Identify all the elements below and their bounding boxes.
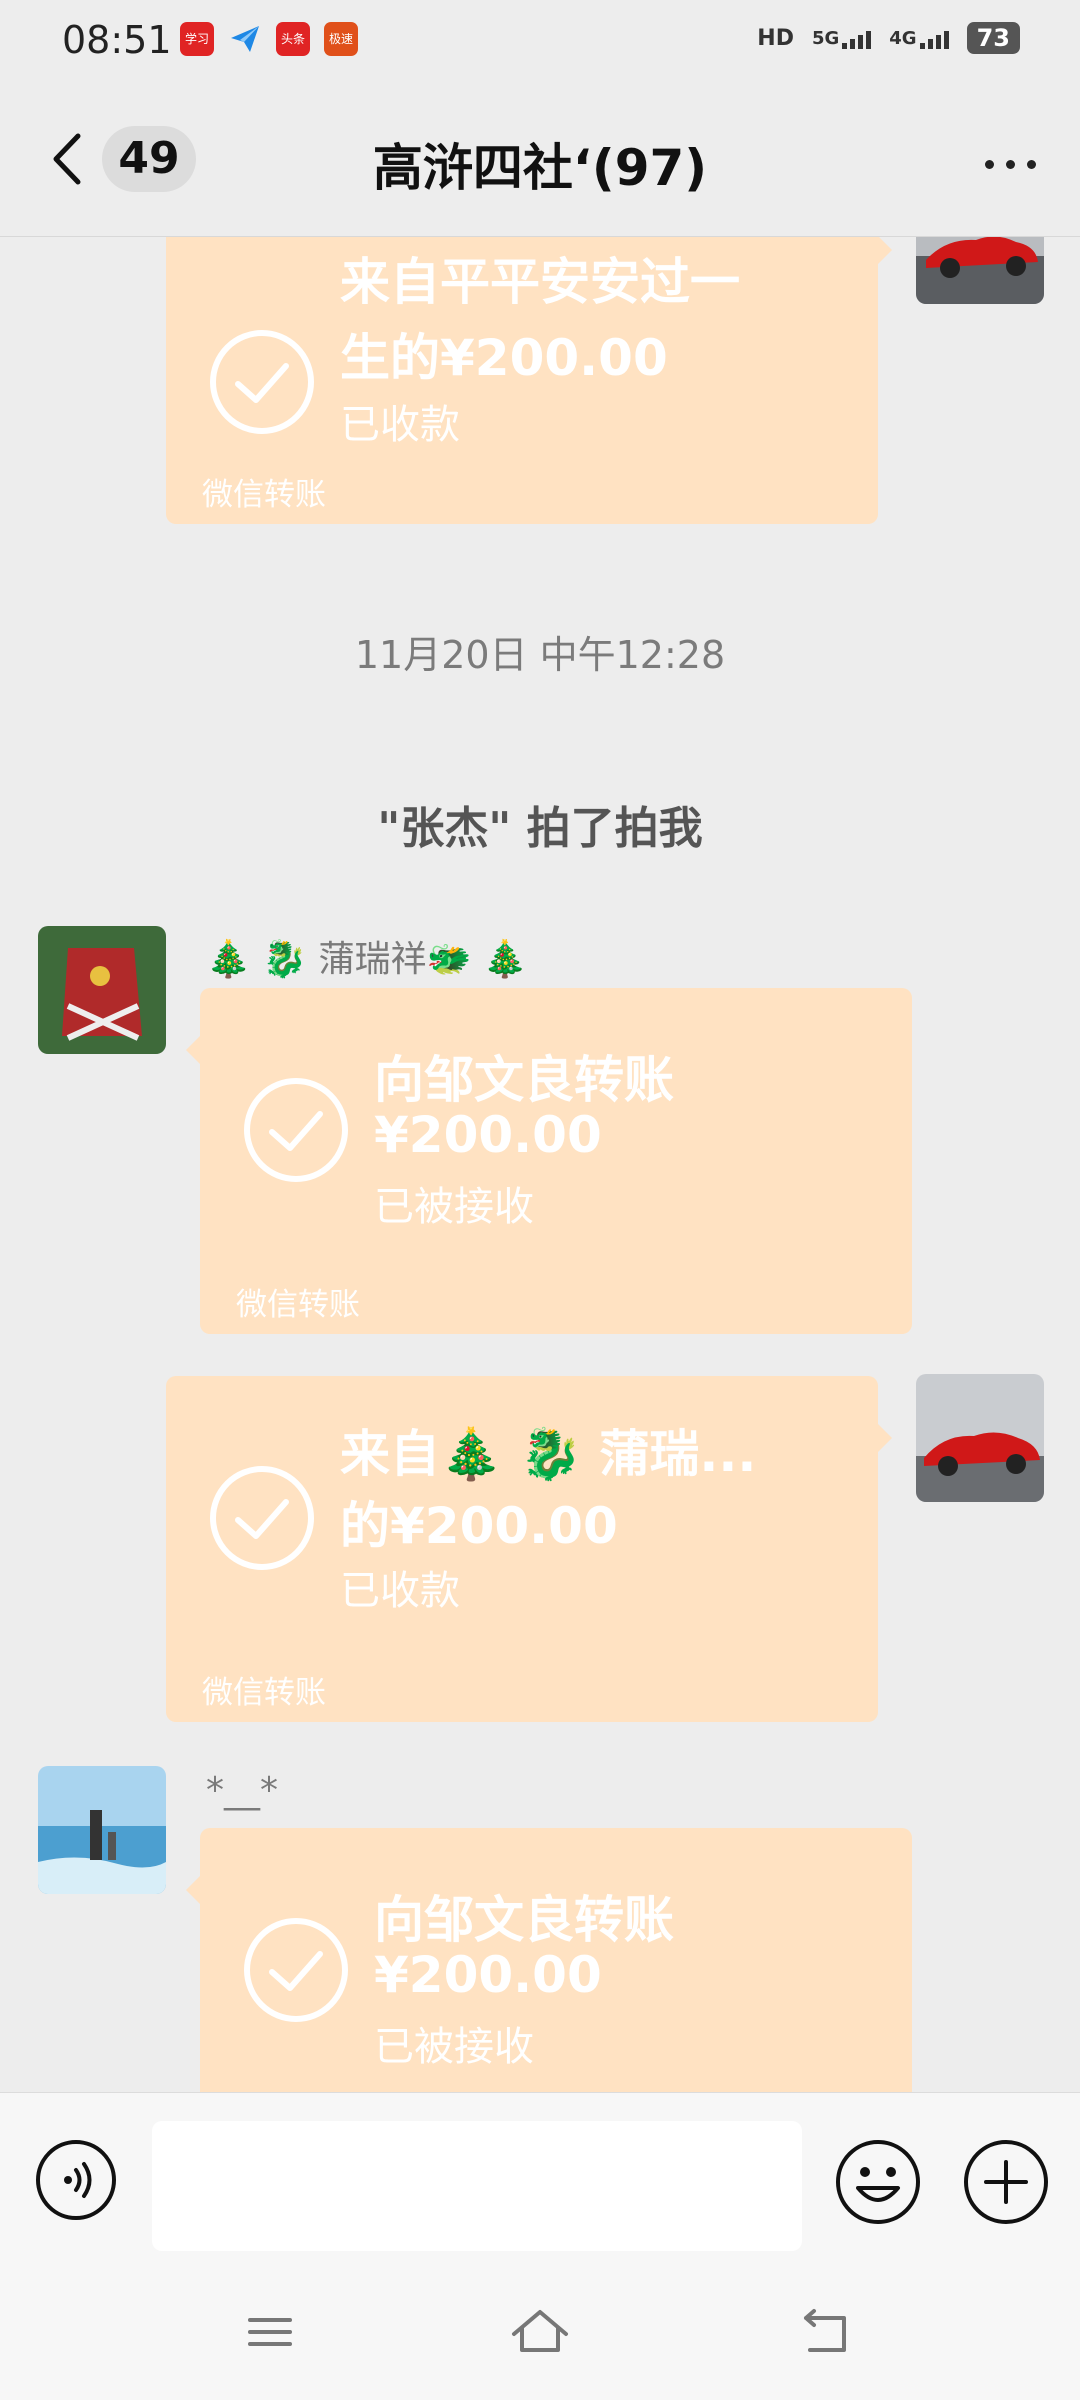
system-icons: HD 5G 4G 73 xyxy=(757,22,1020,54)
check-circle-icon xyxy=(244,1918,348,2022)
menu-button[interactable] xyxy=(240,2302,300,2362)
red-car-image xyxy=(916,236,1044,304)
transfer-card-received[interactable]: 来自平平安安过一 生的¥200.00 已收款 微信转账 xyxy=(166,236,892,524)
message-list[interactable]: 来自平平安安过一 生的¥200.00 已收款 微信转账 11月20日 中午12:… xyxy=(0,236,1080,2092)
voice-button[interactable] xyxy=(34,2138,118,2222)
signal-4g: 4G xyxy=(889,27,949,49)
home-button[interactable] xyxy=(510,2302,570,2362)
notification-icons: 学习 头条 极速 xyxy=(180,22,358,56)
sender-name: 🎄 🐉 蒲瑞祥🐲 🎄 xyxy=(206,939,528,980)
transfer-title: 来自🎄 🐉 蒲瑞... xyxy=(340,1425,757,1483)
system-nav-bar xyxy=(0,2272,1080,2400)
status-bar: 08:51 学习 头条 极速 HD 5G 4G 73 xyxy=(0,0,1080,84)
red-car-image xyxy=(916,1374,1044,1502)
transfer-card-sent[interactable]: 向邹文良转账 ¥200.00 已被接收 xyxy=(186,1828,912,2092)
sender-avatar[interactable] xyxy=(38,1766,166,1894)
more-dots-icon xyxy=(984,159,1036,169)
app-icon-red: 学习 xyxy=(180,22,214,56)
transfer-amount: 的¥200.00 xyxy=(340,1497,618,1555)
transfer-status: 已收款 xyxy=(340,402,460,448)
check-circle-icon xyxy=(210,1466,314,1570)
home-icon xyxy=(512,2310,568,2352)
transfer-status: 已被接收 xyxy=(374,2024,534,2070)
transfer-amount: ¥200.00 xyxy=(374,1946,602,2004)
chat-header: 49 高浒四社‘(97) xyxy=(0,84,1080,237)
input-bar xyxy=(0,2092,1080,2273)
more-button[interactable] xyxy=(980,144,1040,184)
plus-icon xyxy=(964,2140,1048,2224)
transfer-title: 来自平平安安过一 xyxy=(340,253,740,311)
transfer-title: 向邹文良转账 xyxy=(374,1891,674,1949)
transfer-amount: ¥200.00 xyxy=(374,1106,602,1164)
emoji-button[interactable] xyxy=(834,2138,922,2226)
transfer-status: 已收款 xyxy=(340,1568,460,1614)
chat-title: 高浒四社‘(97) xyxy=(372,139,708,197)
voice-icon xyxy=(36,2140,116,2220)
my-avatar[interactable] xyxy=(916,236,1044,304)
transfer-status: 已被接收 xyxy=(374,1184,534,1230)
timestamp: 11月20日 中午12:28 xyxy=(354,633,726,677)
transfer-footer: 微信转账 xyxy=(202,1675,326,1711)
back-nav-button[interactable] xyxy=(796,2302,856,2362)
my-avatar[interactable] xyxy=(916,1374,1044,1502)
check-circle-icon xyxy=(244,1078,348,1182)
sender-avatar[interactable] xyxy=(38,926,166,1054)
transfer-title: 向邹文良转账 xyxy=(374,1051,674,1109)
signal-bars-icon xyxy=(842,27,872,49)
signal-5g: 5G xyxy=(811,27,872,49)
transfer-footer: 微信转账 xyxy=(236,1287,360,1323)
transfer-amount: 生的¥200.00 xyxy=(340,329,668,387)
clock: 08:51 xyxy=(62,18,172,62)
pat-notice: "张杰" 拍了拍我 xyxy=(377,803,703,854)
more-functions-button[interactable] xyxy=(962,2138,1050,2226)
transfer-card-received[interactable]: 来自🎄 🐉 蒲瑞... 的¥200.00 已收款 微信转账 xyxy=(166,1376,892,1722)
app-icon-orange: 极速 xyxy=(324,22,358,56)
emoji-icon xyxy=(836,2140,920,2224)
sender-name: *__* xyxy=(206,1770,278,1811)
check-circle-icon xyxy=(210,330,314,434)
battery-indicator: 73 xyxy=(966,22,1020,54)
app-icon-toutiao: 头条 xyxy=(276,22,310,56)
back-icon xyxy=(804,2309,846,2352)
menu-icon xyxy=(248,2318,292,2346)
transfer-card-sent[interactable]: 向邹文良转账 ¥200.00 已被接收 微信转账 xyxy=(186,988,912,1334)
net-5g-label: 5G xyxy=(811,28,840,49)
beach-image xyxy=(38,1766,166,1894)
message-input[interactable] xyxy=(152,2121,802,2251)
transfer-footer: 微信转账 xyxy=(202,477,326,513)
party-sign-image xyxy=(38,926,166,1054)
signal-bars-icon xyxy=(919,27,949,49)
hd-label: HD xyxy=(757,25,794,51)
paper-plane-icon xyxy=(228,22,262,56)
net-4g-label: 4G xyxy=(889,28,917,49)
